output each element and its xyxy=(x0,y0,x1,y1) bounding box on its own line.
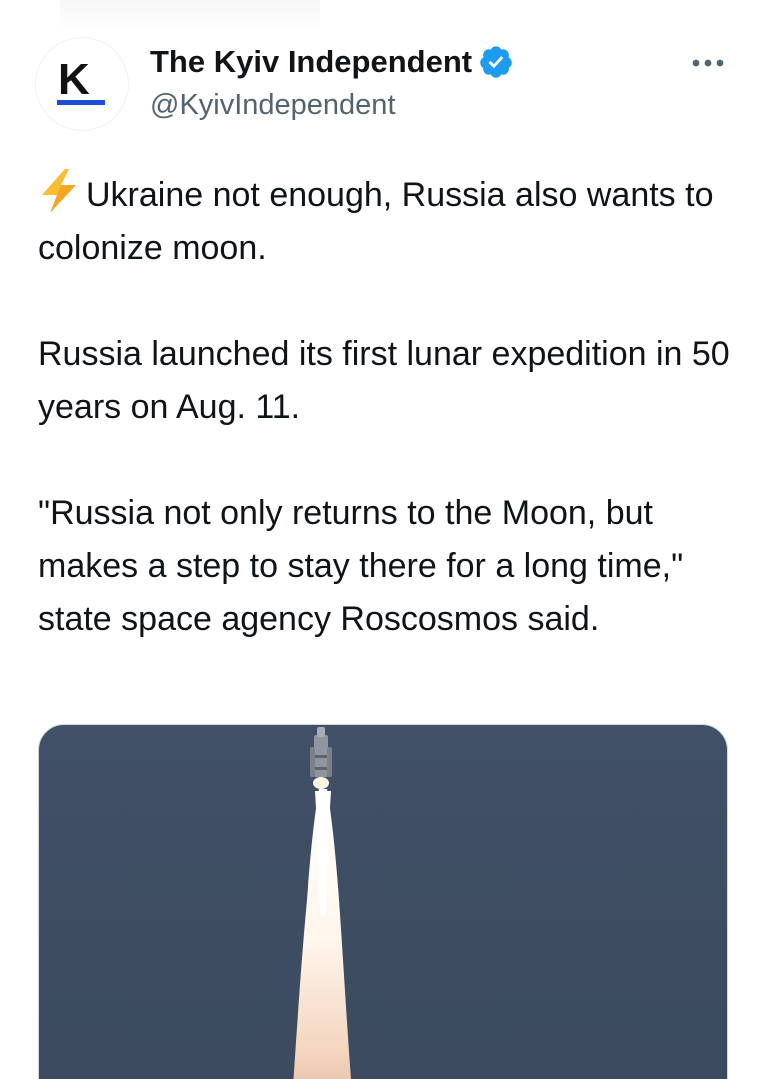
tweet-media-image[interactable] xyxy=(38,724,728,1079)
author-name-row[interactable]: The Kyiv Independent xyxy=(150,42,514,82)
more-options-button[interactable] xyxy=(688,48,728,78)
tweet-paragraph-text: Ukraine not enough, Russia also wants to… xyxy=(38,176,714,267)
author-name[interactable]: The Kyiv Independent xyxy=(150,42,472,82)
tweet-text: Ukraine not enough, Russia also wants to… xyxy=(38,168,738,699)
avatar[interactable]: K xyxy=(36,38,128,130)
tweet-paragraph: Ukraine not enough, Russia also wants to… xyxy=(38,168,738,275)
avatar-logo-letter: K xyxy=(58,55,90,104)
author-handle[interactable]: @KyivIndependent xyxy=(150,86,396,124)
more-options-icon xyxy=(692,59,724,67)
verified-badge-icon xyxy=(480,46,512,78)
avatar-logo-underline xyxy=(57,100,105,105)
lightning-icon xyxy=(42,169,76,213)
top-fade xyxy=(60,0,320,30)
rocket-launch-photo xyxy=(293,727,352,1079)
tweet-paragraph: "Russia not only returns to the Moon, bu… xyxy=(38,494,684,638)
tweet-paragraph: Russia launched its first lunar expediti… xyxy=(38,335,730,426)
rocket-shape xyxy=(310,727,332,789)
